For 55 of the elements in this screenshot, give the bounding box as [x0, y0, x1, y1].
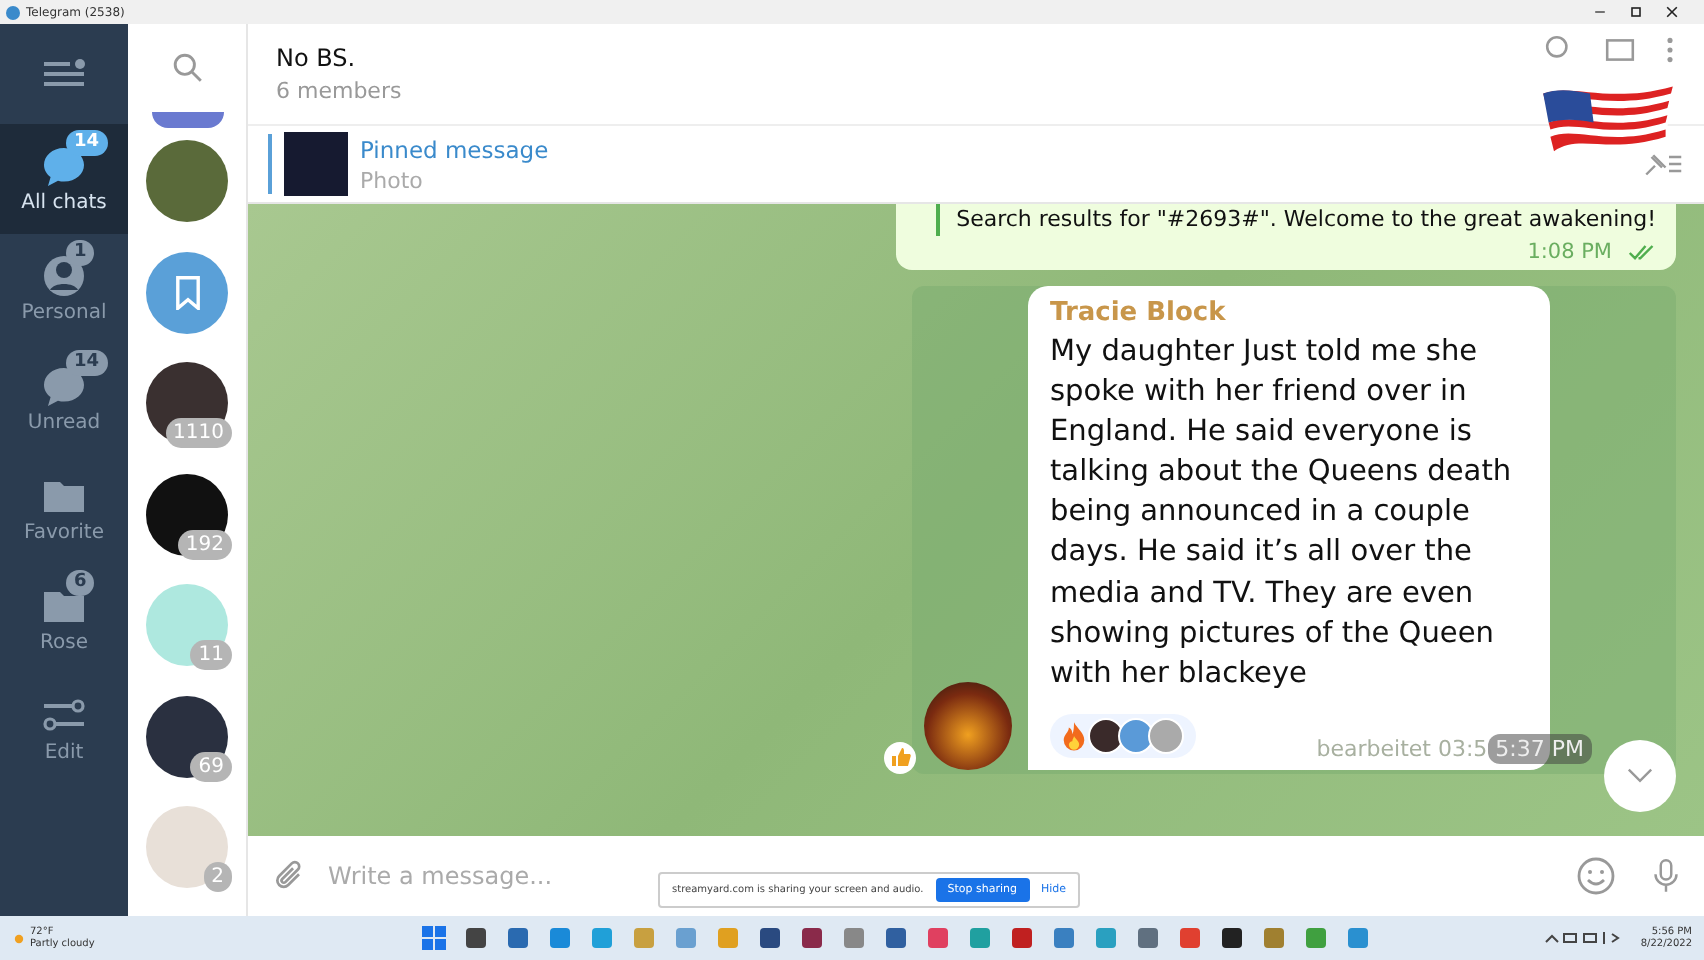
edited-label: bearbeitet 03:5 [1316, 735, 1488, 762]
folder-tab[interactable]: Edit [0, 674, 128, 784]
pinned-subtitle: Photo [360, 167, 425, 193]
saved-messages-avatar[interactable] [146, 251, 228, 333]
folder-tab[interactable]: 1 Personal [0, 234, 128, 344]
folder-tab[interactable]: 14 All chats [0, 124, 128, 234]
search-icon[interactable] [171, 52, 203, 84]
pin-list-icon[interactable] [1640, 150, 1684, 178]
start-icon[interactable] [422, 926, 446, 950]
sender-name[interactable]: Tracie Block [1050, 298, 1530, 328]
unread-badge: 14 [66, 130, 108, 156]
emoji-icon[interactable] [1576, 856, 1616, 896]
message-text: My daughter Just told me she spoke with her friend over in England. He said everyone is talking about the Queens death being announced in a couple days. He said it’s all over the media and TV. They are even showing pictures of the Queen with her blackeye [1050, 334, 1514, 694]
taskbar-app-icon[interactable] [1220, 926, 1244, 950]
folder-tab[interactable]: 14 Unread [0, 344, 128, 454]
unread-count: 69 [190, 751, 232, 781]
chat-title: No BS. [276, 44, 358, 72]
message-text: Search results for "#2693#". Welcome to the great awakening! [936, 204, 1656, 236]
unread-count: 11 [190, 640, 232, 670]
reaction-chip[interactable] [1050, 713, 1196, 758]
photo-placeholder [284, 132, 348, 196]
bookmark-icon [173, 275, 201, 309]
pinned-title[interactable]: Pinned message [360, 135, 549, 163]
member-count: 6 members [276, 78, 402, 104]
taskbar-app-icon[interactable] [758, 926, 782, 950]
unread-count: 1110 [165, 418, 232, 448]
system-tray-icon[interactable] [1544, 928, 1625, 948]
reactor-avatars-drawing [1094, 717, 1184, 754]
close-icon[interactable] [1664, 4, 1680, 20]
person-icon [40, 254, 88, 298]
weather-icon [12, 931, 26, 945]
microphone-icon[interactable] [1652, 858, 1680, 894]
unread-count: 2 [203, 862, 232, 892]
fire-icon [1062, 719, 1086, 752]
unread-badge: 14 [66, 350, 108, 376]
taskbar-app-icon[interactable] [800, 926, 824, 950]
unread-badge: 1 [66, 240, 95, 266]
message-time: 1:08 PM [1527, 240, 1612, 264]
message-time: 5:37 PM [1487, 733, 1592, 764]
unread-badge: 6 [66, 570, 95, 596]
app-logo-icon [6, 5, 20, 19]
chat-bubble-icon [40, 364, 88, 408]
chat-avatar[interactable] [146, 695, 228, 777]
taskbar-app-icon[interactable] [464, 926, 488, 950]
columns-icon[interactable] [1604, 34, 1636, 66]
menu-icon[interactable] [42, 58, 86, 90]
photo-placeholder [924, 681, 1012, 770]
restore-icon[interactable] [1628, 4, 1644, 20]
thumbs-up-icon[interactable] [884, 741, 916, 774]
chat-bubble-icon [40, 144, 88, 188]
scroll-down-button[interactable] [1604, 740, 1676, 812]
folder-tab[interactable]: 6 Rose [0, 564, 128, 674]
more-icon[interactable] [1664, 34, 1676, 66]
chevron-down-icon [1626, 768, 1654, 784]
folder-tab[interactable]: Favorite [0, 454, 128, 564]
